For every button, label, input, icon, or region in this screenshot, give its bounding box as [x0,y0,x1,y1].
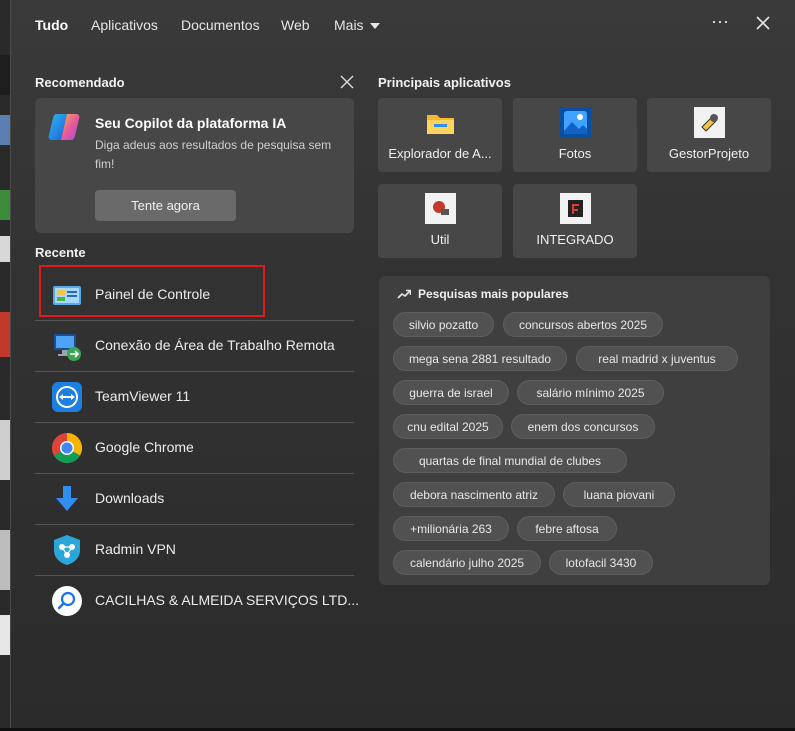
file-explorer-icon [427,115,454,134]
teamviewer-icon [52,382,82,412]
close-icon[interactable] [753,13,773,33]
control-panel-icon [53,286,81,305]
search-chip[interactable]: quartas de final mundial de clubes [393,448,627,473]
app-tile-explorador[interactable]: Explorador de A... [378,98,502,172]
gestorprojeto-icon [694,107,725,138]
recent-item-label: CACILHAS & ALMEIDA SERVIÇOS LTD... [95,592,360,608]
search-chip[interactable]: enem dos concursos [511,414,655,439]
app-tile-label: Fotos [558,146,592,161]
desktop-background-strip [0,0,10,731]
ellipsis-icon[interactable]: ⋯ [711,12,730,33]
app-tile-gestorprojeto[interactable]: GestorProjeto [647,98,771,172]
tab-aplicativos[interactable]: Aplicativos [91,17,158,33]
recent-item-label: Downloads [95,490,165,506]
copilot-icon [48,114,80,140]
tab-documentos[interactable]: Documentos [181,17,260,33]
app-tile-label: Util [430,232,450,247]
recent-item-label: Conexão de Área de Trabalho Remota [95,337,335,353]
trending-icon [397,289,411,299]
search-chip[interactable]: debora nascimento atriz [393,482,555,507]
recent-item-cacilhas-almeida[interactable]: CACILHAS & ALMEIDA SERVIÇOS LTD... [35,575,359,626]
search-chip[interactable]: luana piovani [563,482,675,507]
copilot-card-title: Seu Copilot da plataforma IA [95,115,287,131]
search-chip[interactable]: febre aftosa [517,516,617,541]
popular-searches-panel: Pesquisas mais populares silvio pozatto … [379,276,770,585]
recent-item-remote-desktop[interactable]: Conexão de Área de Trabalho Remota [35,320,354,372]
remote-desktop-icon [54,334,81,361]
app-tile-integrado[interactable]: INTEGRADO [513,184,637,258]
search-chip[interactable]: salário mínimo 2025 [517,380,664,405]
photos-icon [560,107,591,138]
util-icon [425,193,456,224]
search-chip[interactable]: lotofacil 3430 [549,550,653,575]
search-chip[interactable]: silvio pozatto [393,312,494,337]
tab-mais[interactable]: Mais [334,17,380,33]
recent-heading: Recente [35,245,86,260]
search-chip[interactable]: calendário julho 2025 [393,550,541,575]
top-apps-heading: Principais aplicativos [378,75,511,90]
search-nav-bar: Tudo Aplicativos Documentos Web Mais ⋯ [11,0,795,50]
recent-item-teamviewer[interactable]: TeamViewer 11 [35,371,354,423]
chevron-down-icon [369,23,380,30]
search-chip[interactable]: guerra de israel [393,380,509,405]
copilot-recommendation-card: Seu Copilot da plataforma IA Diga adeus … [35,98,354,233]
tab-web[interactable]: Web [281,17,310,33]
chrome-icon [51,433,83,464]
app-tile-label: GestorProjeto [668,146,750,161]
copilot-card-description: Diga adeus aos resultados de pesquisa se… [95,138,332,171]
app-tile-util[interactable]: Util [378,184,502,258]
tab-tudo[interactable]: Tudo [35,17,68,33]
integrado-icon [560,193,591,224]
search-chip[interactable]: mega sena 2881 resultado [393,346,567,371]
search-chip[interactable]: +milionária 263 [393,516,509,541]
recent-item-radmin-vpn[interactable]: Radmin VPN [35,524,354,576]
search-panel: Tudo Aplicativos Documentos Web Mais ⋯ R… [10,0,795,728]
app-tile-label: Explorador de A... [388,146,492,161]
recent-item-label: TeamViewer 11 [95,388,191,404]
search-chip[interactable]: real madrid x juventus [576,346,738,371]
recent-item-google-chrome[interactable]: Google Chrome [35,422,354,474]
download-arrow-icon [56,486,78,511]
app-tile-label: INTEGRADO [536,232,614,247]
recent-item-label: Radmin VPN [95,541,176,557]
radmin-vpn-icon [54,535,80,565]
tab-mais-label: Mais [334,17,364,33]
recommended-heading: Recomendado [35,75,125,90]
search-web-icon [52,586,82,616]
recent-item-label: Google Chrome [95,439,194,455]
recent-item-painel-de-controle[interactable]: Painel de Controle [35,269,354,321]
app-tile-fotos[interactable]: Fotos [513,98,637,172]
search-chip[interactable]: concursos abertos 2025 [503,312,663,337]
recent-item-downloads[interactable]: Downloads [35,473,354,525]
try-now-button[interactable]: Tente agora [95,190,236,221]
search-chip[interactable]: cnu edital 2025 [393,414,503,439]
dismiss-recommended-icon[interactable] [338,73,356,91]
popular-searches-heading: Pesquisas mais populares [418,287,569,301]
recent-item-label: Painel de Controle [95,286,211,302]
